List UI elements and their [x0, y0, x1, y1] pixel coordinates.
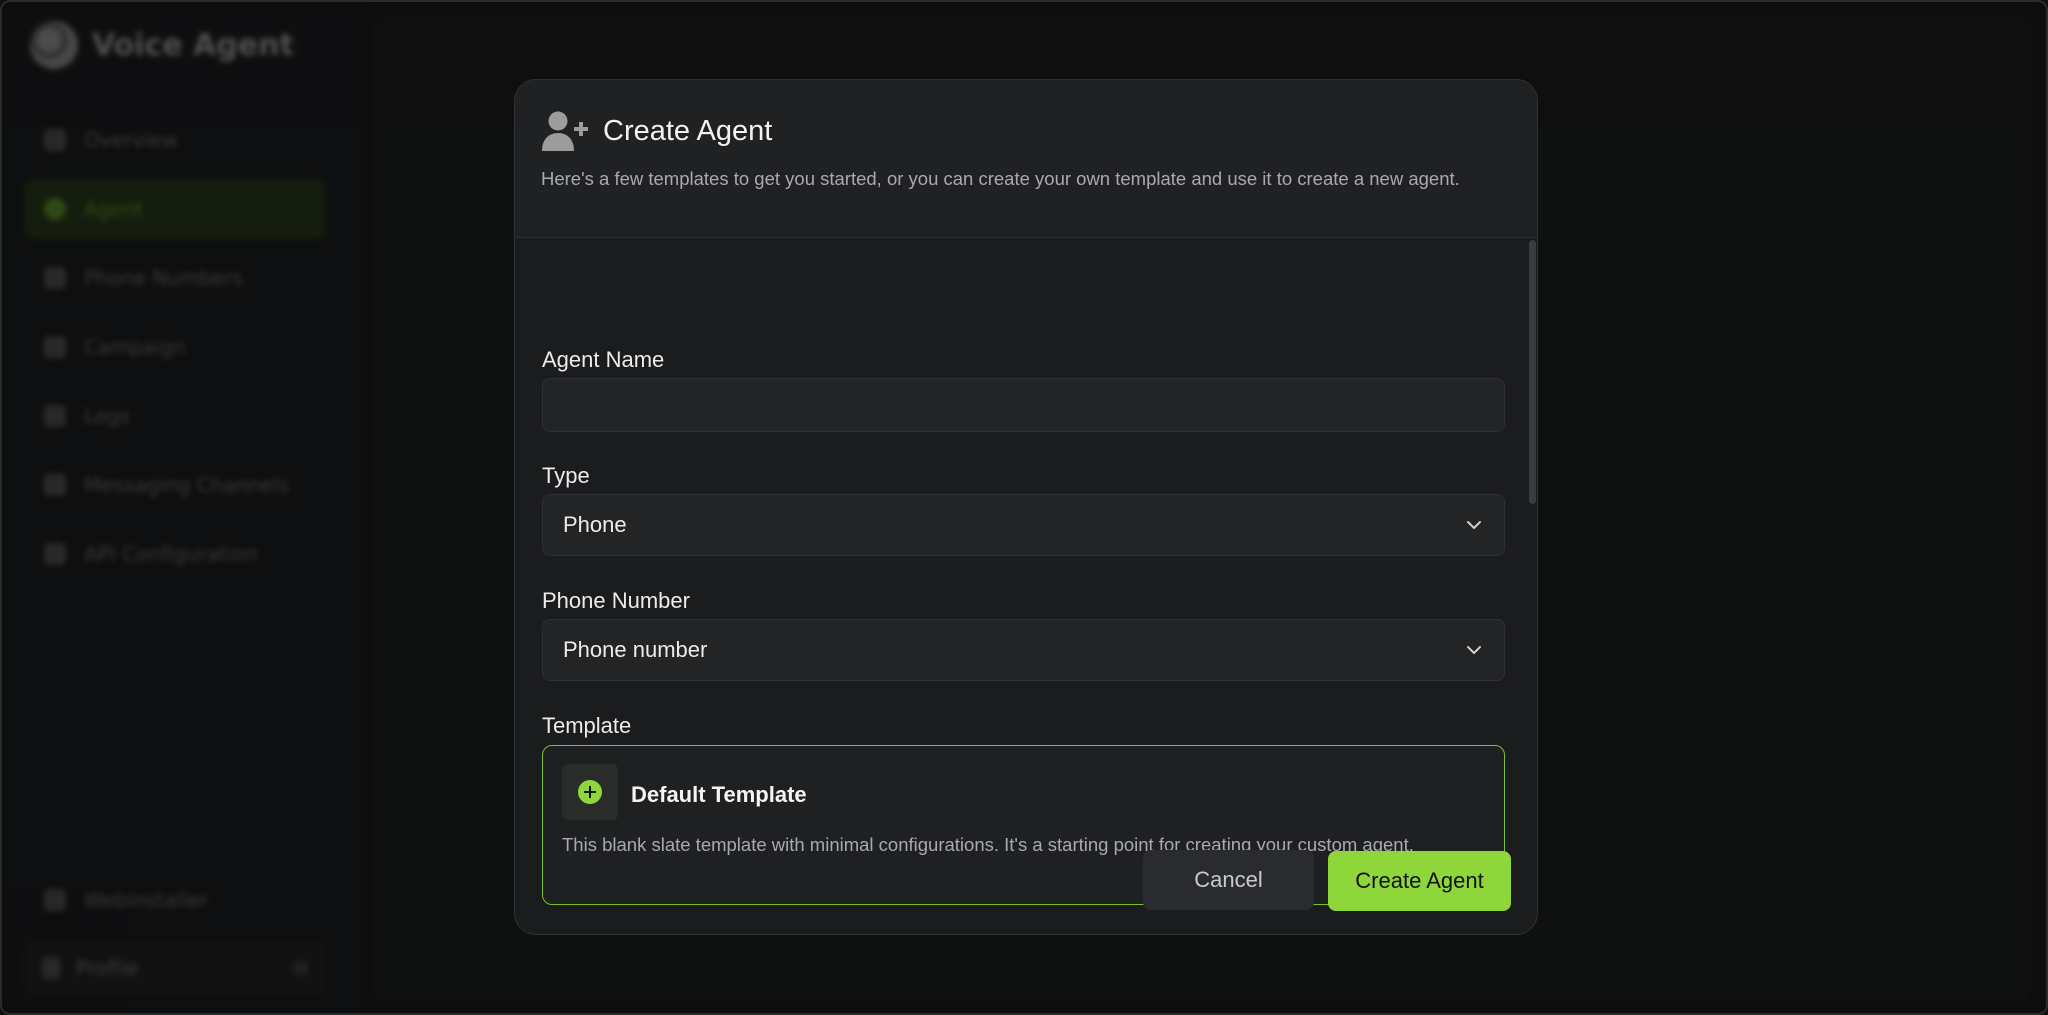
cancel-button[interactable]: Cancel	[1143, 850, 1314, 910]
phone-number-select[interactable]: Phone number	[542, 619, 1505, 681]
plus-circle-icon	[578, 780, 602, 804]
user-plus-icon	[542, 111, 588, 151]
app-window: Voice Agent Overview Agent Phone Numbers…	[0, 0, 2048, 1015]
type-select-value: Phone	[563, 512, 627, 537]
modal-subtitle: Here's a few templates to get you starte…	[541, 168, 1460, 189]
agent-name-input[interactable]	[542, 378, 1505, 432]
phone-number-label: Phone Number	[542, 588, 690, 613]
template-title: Default Template	[631, 782, 807, 807]
template-label: Template	[542, 713, 632, 738]
modal-header: Create Agent Here's a few templates to g…	[515, 80, 1537, 238]
type-label: Type	[542, 463, 590, 488]
create-agent-modal: Create Agent Here's a few templates to g…	[514, 79, 1538, 935]
modal-title: Create Agent	[603, 114, 773, 147]
modal-title-row: Create Agent	[541, 110, 1511, 152]
modal-scrollbar[interactable]	[1529, 240, 1536, 504]
type-select[interactable]: Phone	[542, 494, 1505, 556]
chevron-down-icon	[1467, 646, 1481, 654]
agent-name-label: Agent Name	[542, 347, 665, 372]
chevron-down-icon	[1467, 521, 1481, 529]
phone-number-select-value: Phone number	[563, 637, 708, 662]
create-agent-button[interactable]: Create Agent	[1328, 851, 1511, 911]
template-icon-box	[562, 764, 618, 820]
